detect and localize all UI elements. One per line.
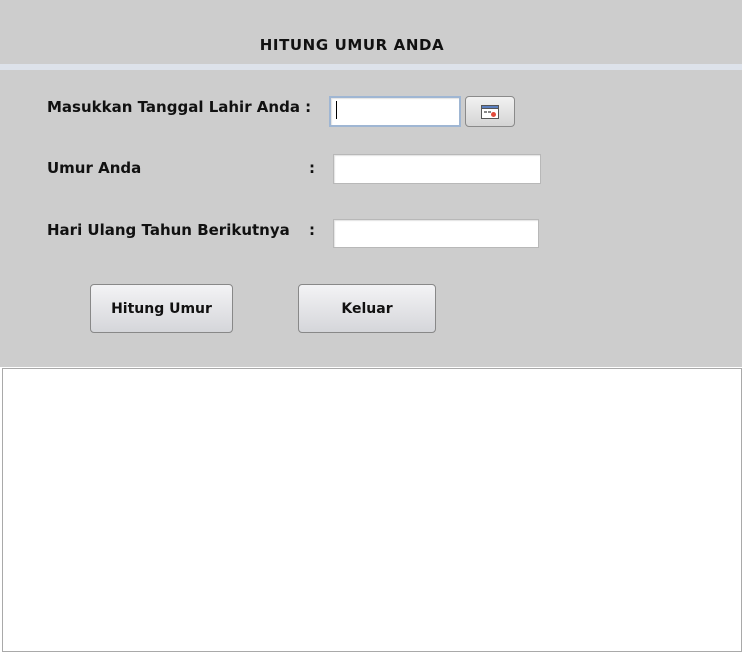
next-birthday-field[interactable] <box>333 219 539 248</box>
output-area[interactable] <box>2 368 742 652</box>
age-label: Umur Anda <box>47 159 142 177</box>
divider <box>0 64 742 70</box>
calendar-icon <box>481 104 499 119</box>
date-picker-button[interactable] <box>465 96 515 127</box>
next-birthday-label: Hari Ulang Tahun Berikutnya <box>47 221 290 239</box>
calculate-age-button[interactable]: Hitung Umur <box>90 284 233 333</box>
birth-date-input[interactable] <box>329 96 461 127</box>
page-title: HITUNG UMUR ANDA <box>259 36 445 54</box>
age-field[interactable] <box>333 154 541 184</box>
age-colon: : <box>309 159 315 177</box>
next-birthday-colon: : <box>309 221 315 239</box>
birth-date-label: Masukkan Tanggal Lahir Anda : <box>47 98 312 116</box>
text-caret <box>336 101 337 119</box>
exit-button[interactable]: Keluar <box>298 284 436 333</box>
app-window: HITUNG UMUR ANDA Masukkan Tanggal Lahir … <box>0 0 742 652</box>
form-panel: HITUNG UMUR ANDA Masukkan Tanggal Lahir … <box>0 0 742 367</box>
